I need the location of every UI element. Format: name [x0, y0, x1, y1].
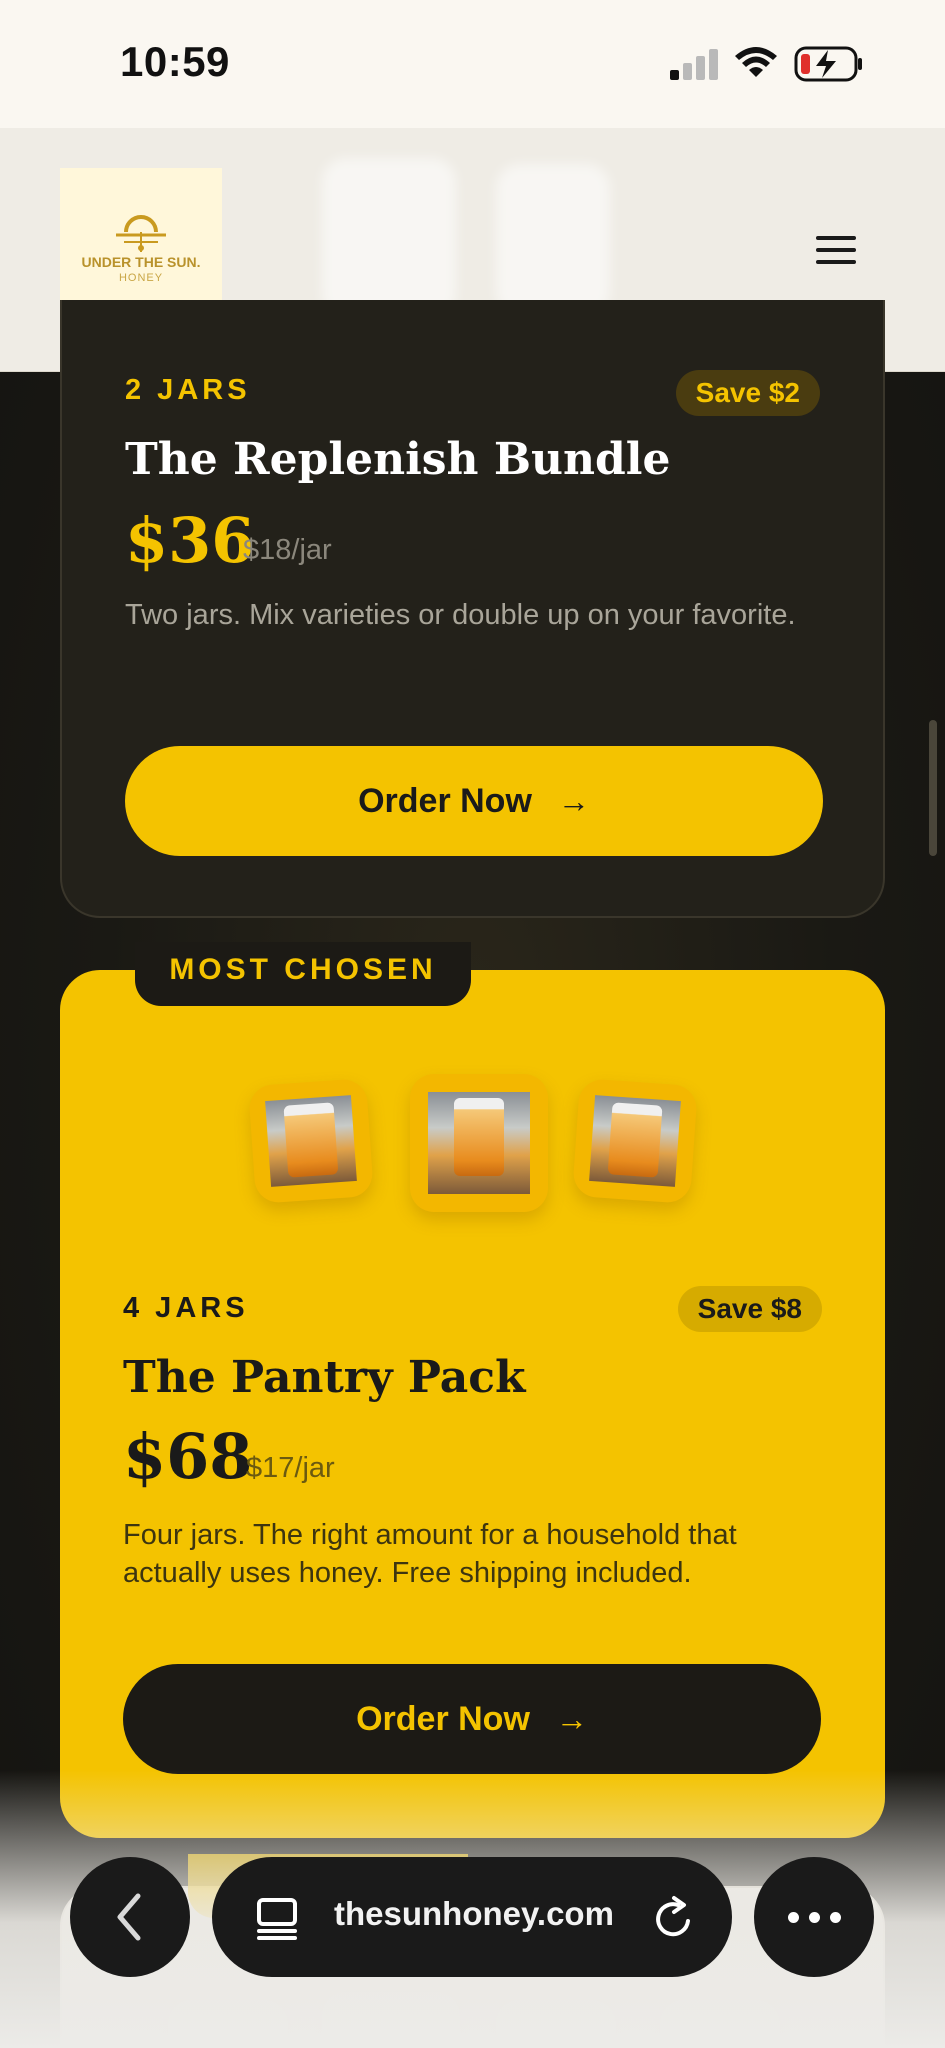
- more-icon: [787, 1911, 799, 1923]
- bundle-card-replenish: 2 JARS Save $2 The Replenish Bundle $36 …: [60, 300, 885, 918]
- tabs-icon: [257, 1898, 297, 1940]
- sun-logo-icon: [116, 215, 166, 252]
- per-jar-price: $17/jar: [246, 1452, 335, 1484]
- status-time: 10:59: [120, 38, 230, 85]
- order-button-label: Order Now: [356, 1699, 530, 1738]
- status-bar: 10:59: [0, 0, 945, 128]
- bundle-description: Four jars. The right amount for a househ…: [123, 1519, 737, 1589]
- address-bar[interactable]: thesunhoney.com: [212, 1857, 732, 1977]
- bundle-card-pantry: 4 JARS Save $8 The Pantry Pack $68 $17/j…: [60, 970, 885, 1838]
- jar-count: 4 JARS: [123, 1292, 249, 1324]
- url-text: thesunhoney.com: [334, 1895, 614, 1932]
- per-jar-price: $18/jar: [243, 534, 332, 566]
- most-chosen-ribbon: MOST CHOSEN: [135, 942, 471, 1006]
- menu-button[interactable]: [806, 220, 866, 280]
- blurred-image: [322, 158, 456, 318]
- order-button-label: Order Now: [358, 781, 532, 820]
- bundle-price: $36: [125, 504, 255, 577]
- wifi-icon: [735, 47, 777, 77]
- back-button[interactable]: [70, 1857, 190, 1977]
- arrow-right-icon: →: [557, 782, 590, 819]
- logo-subtitle: HONEY: [118, 272, 164, 284]
- order-now-button[interactable]: Order Now →: [123, 1664, 821, 1774]
- product-thumbnail[interactable]: [572, 1078, 698, 1204]
- bundle-name: The Replenish Bundle: [125, 434, 671, 485]
- chevron-left-icon: [117, 1893, 141, 1941]
- bundle-description: Two jars. Mix varieties or double up on …: [125, 599, 796, 631]
- more-button[interactable]: [754, 1857, 874, 1977]
- blurred-image: [496, 164, 610, 316]
- jar-count: 2 JARS: [125, 374, 251, 406]
- arrow-right-icon: →: [555, 1700, 588, 1737]
- save-badge: Save $8: [677, 1286, 822, 1332]
- scrollbar[interactable]: [929, 720, 937, 856]
- logo-title: UNDER THE SUN.: [81, 254, 201, 270]
- signal-icon: [670, 48, 720, 80]
- reload-icon[interactable]: [652, 1895, 696, 1941]
- bundle-price: $68: [123, 1420, 253, 1493]
- order-now-button[interactable]: Order Now →: [125, 746, 823, 856]
- bundle-name: The Pantry Pack: [123, 1352, 526, 1403]
- product-thumbnail[interactable]: [410, 1074, 548, 1212]
- battery-charging-icon: [794, 46, 862, 82]
- product-thumbnail[interactable]: [248, 1078, 374, 1204]
- save-badge: Save $2: [675, 370, 820, 416]
